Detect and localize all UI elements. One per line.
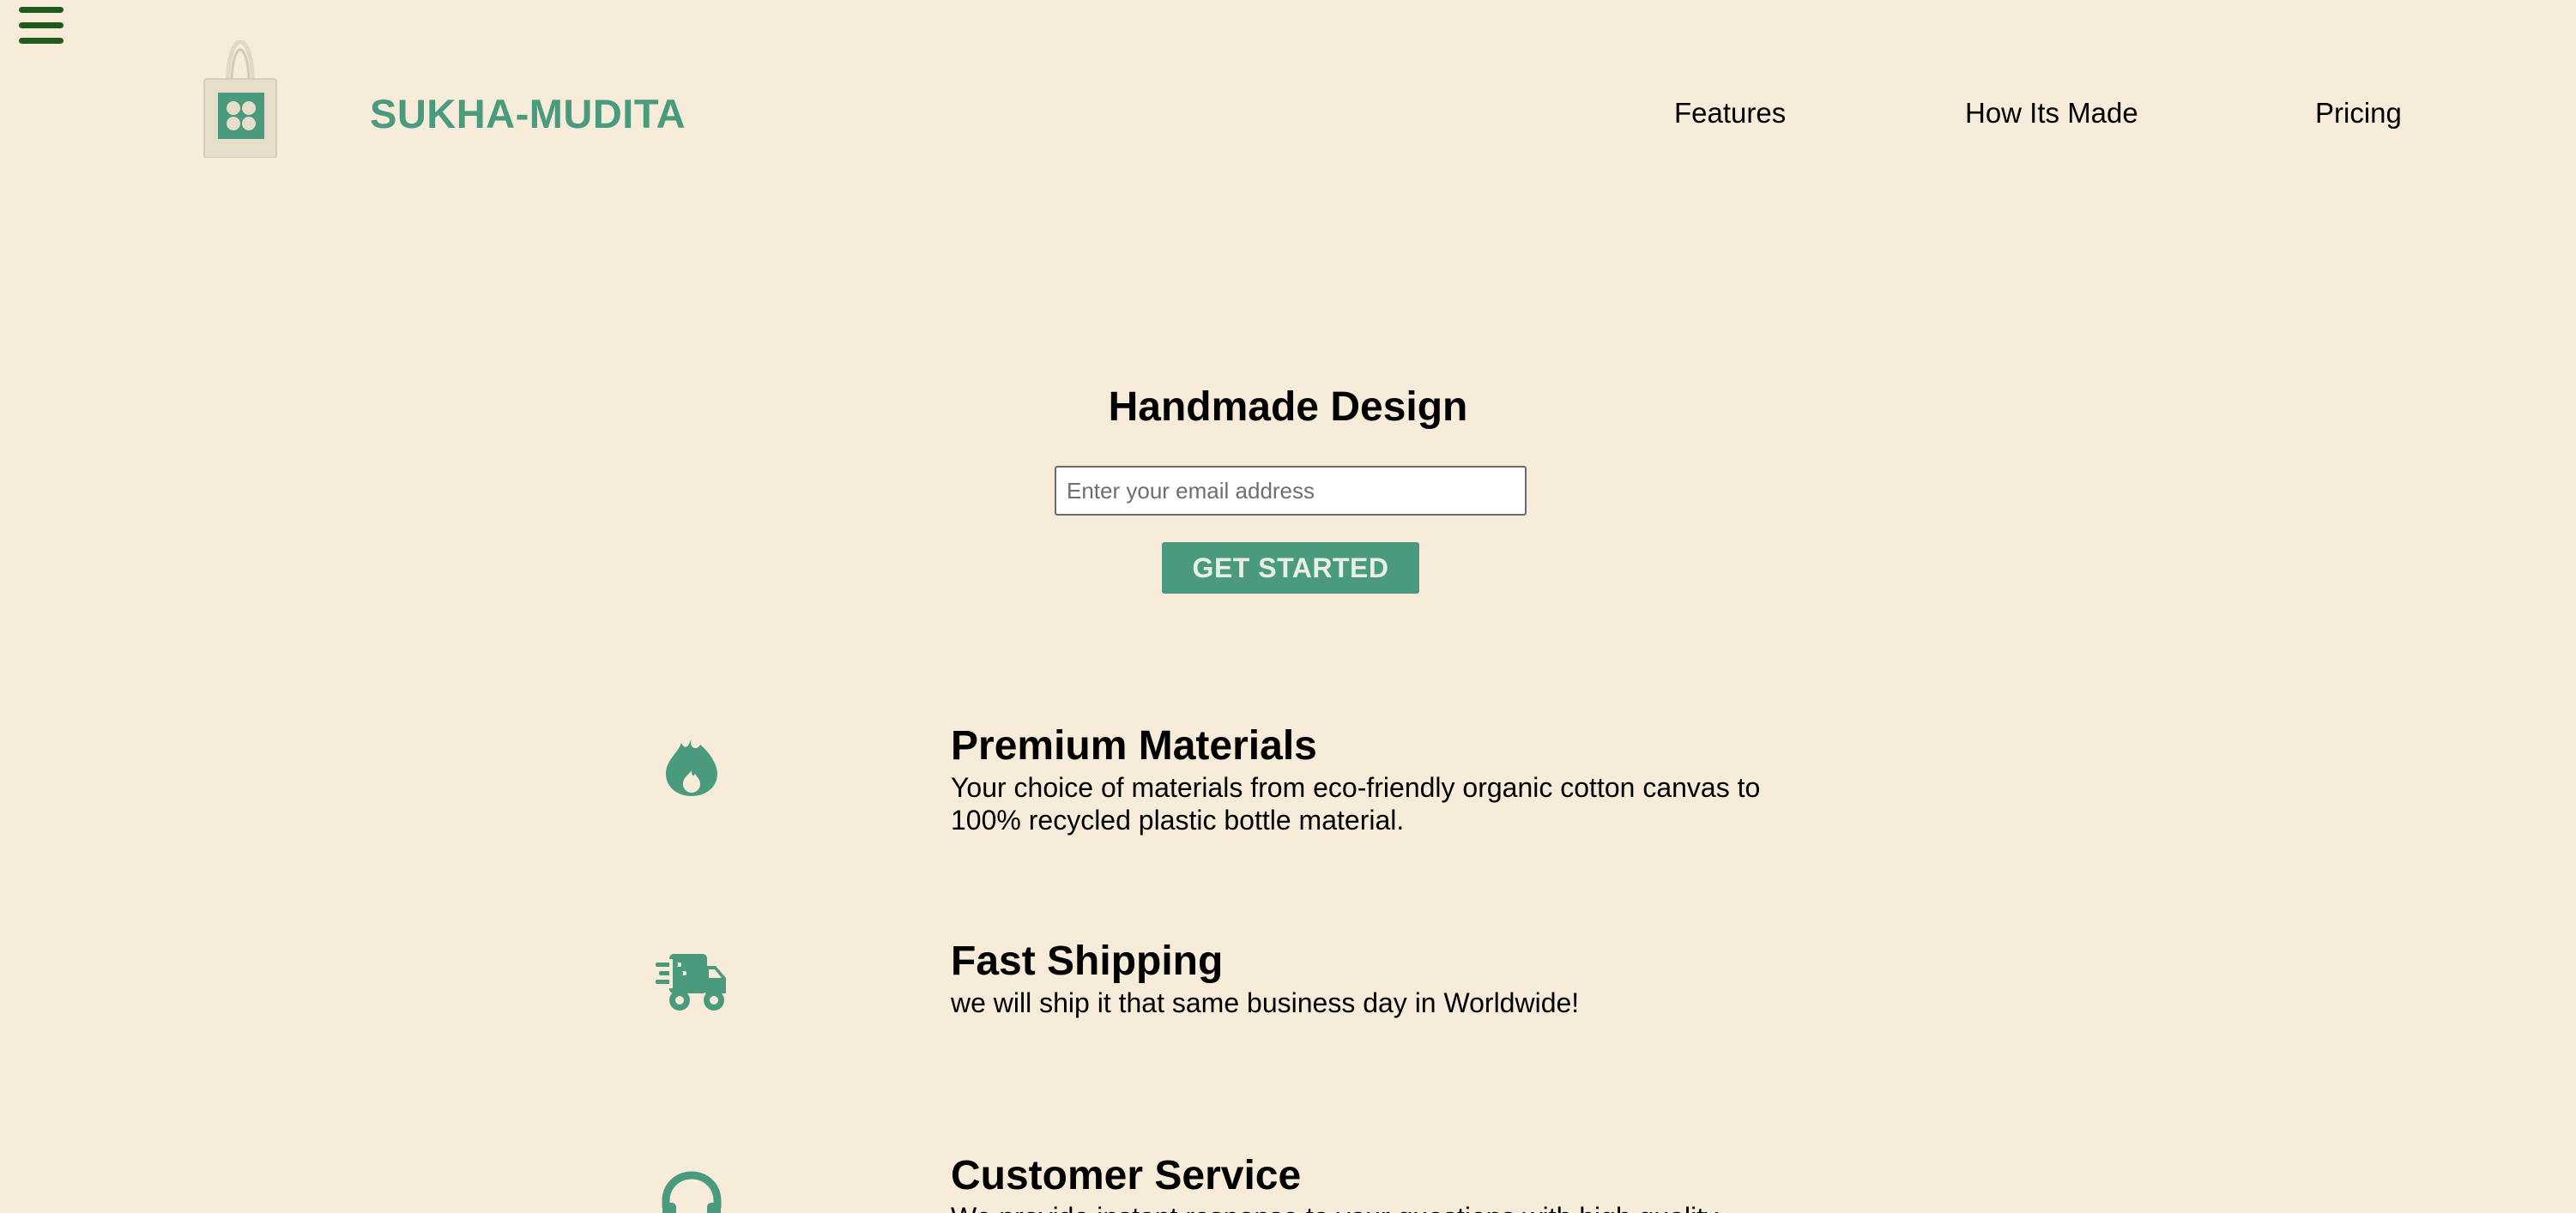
hero-title: Handmade Design [1108,384,1468,430]
feature-description: Your choice of materials from eco-friend… [951,772,1761,836]
hamburger-menu-icon[interactable] [19,7,63,45]
hamburger-bar [19,38,63,44]
tote-bag-logo[interactable] [203,19,278,159]
fire-icon [662,736,721,798]
email-input[interactable] [1055,466,1527,516]
feature-title: Premium Materials [951,723,1317,769]
nav-link-pricing[interactable]: Pricing [2315,97,2402,130]
feature-description: we will ship it that same business day i… [951,987,1580,1018]
shipping-truck-icon [656,952,729,1012]
hamburger-bar [19,22,63,28]
brand-name[interactable]: SUKHA-MUDITA [370,90,686,137]
feature-description: We provide instant response to your ques… [951,1201,1809,1213]
get-started-button[interactable]: GET STARTED [1162,542,1419,594]
nav-link-how-its-made[interactable]: How Its Made [1965,97,2138,130]
nav-link-features[interactable]: Features [1674,97,1786,130]
hamburger-bar [19,7,63,13]
headset-icon [661,1170,723,1213]
feature-title: Customer Service [951,1153,1302,1198]
landing-page: SUKHA-MUDITA Features How Its Made Prici… [0,0,2576,1213]
feature-title: Fast Shipping [951,938,1224,984]
